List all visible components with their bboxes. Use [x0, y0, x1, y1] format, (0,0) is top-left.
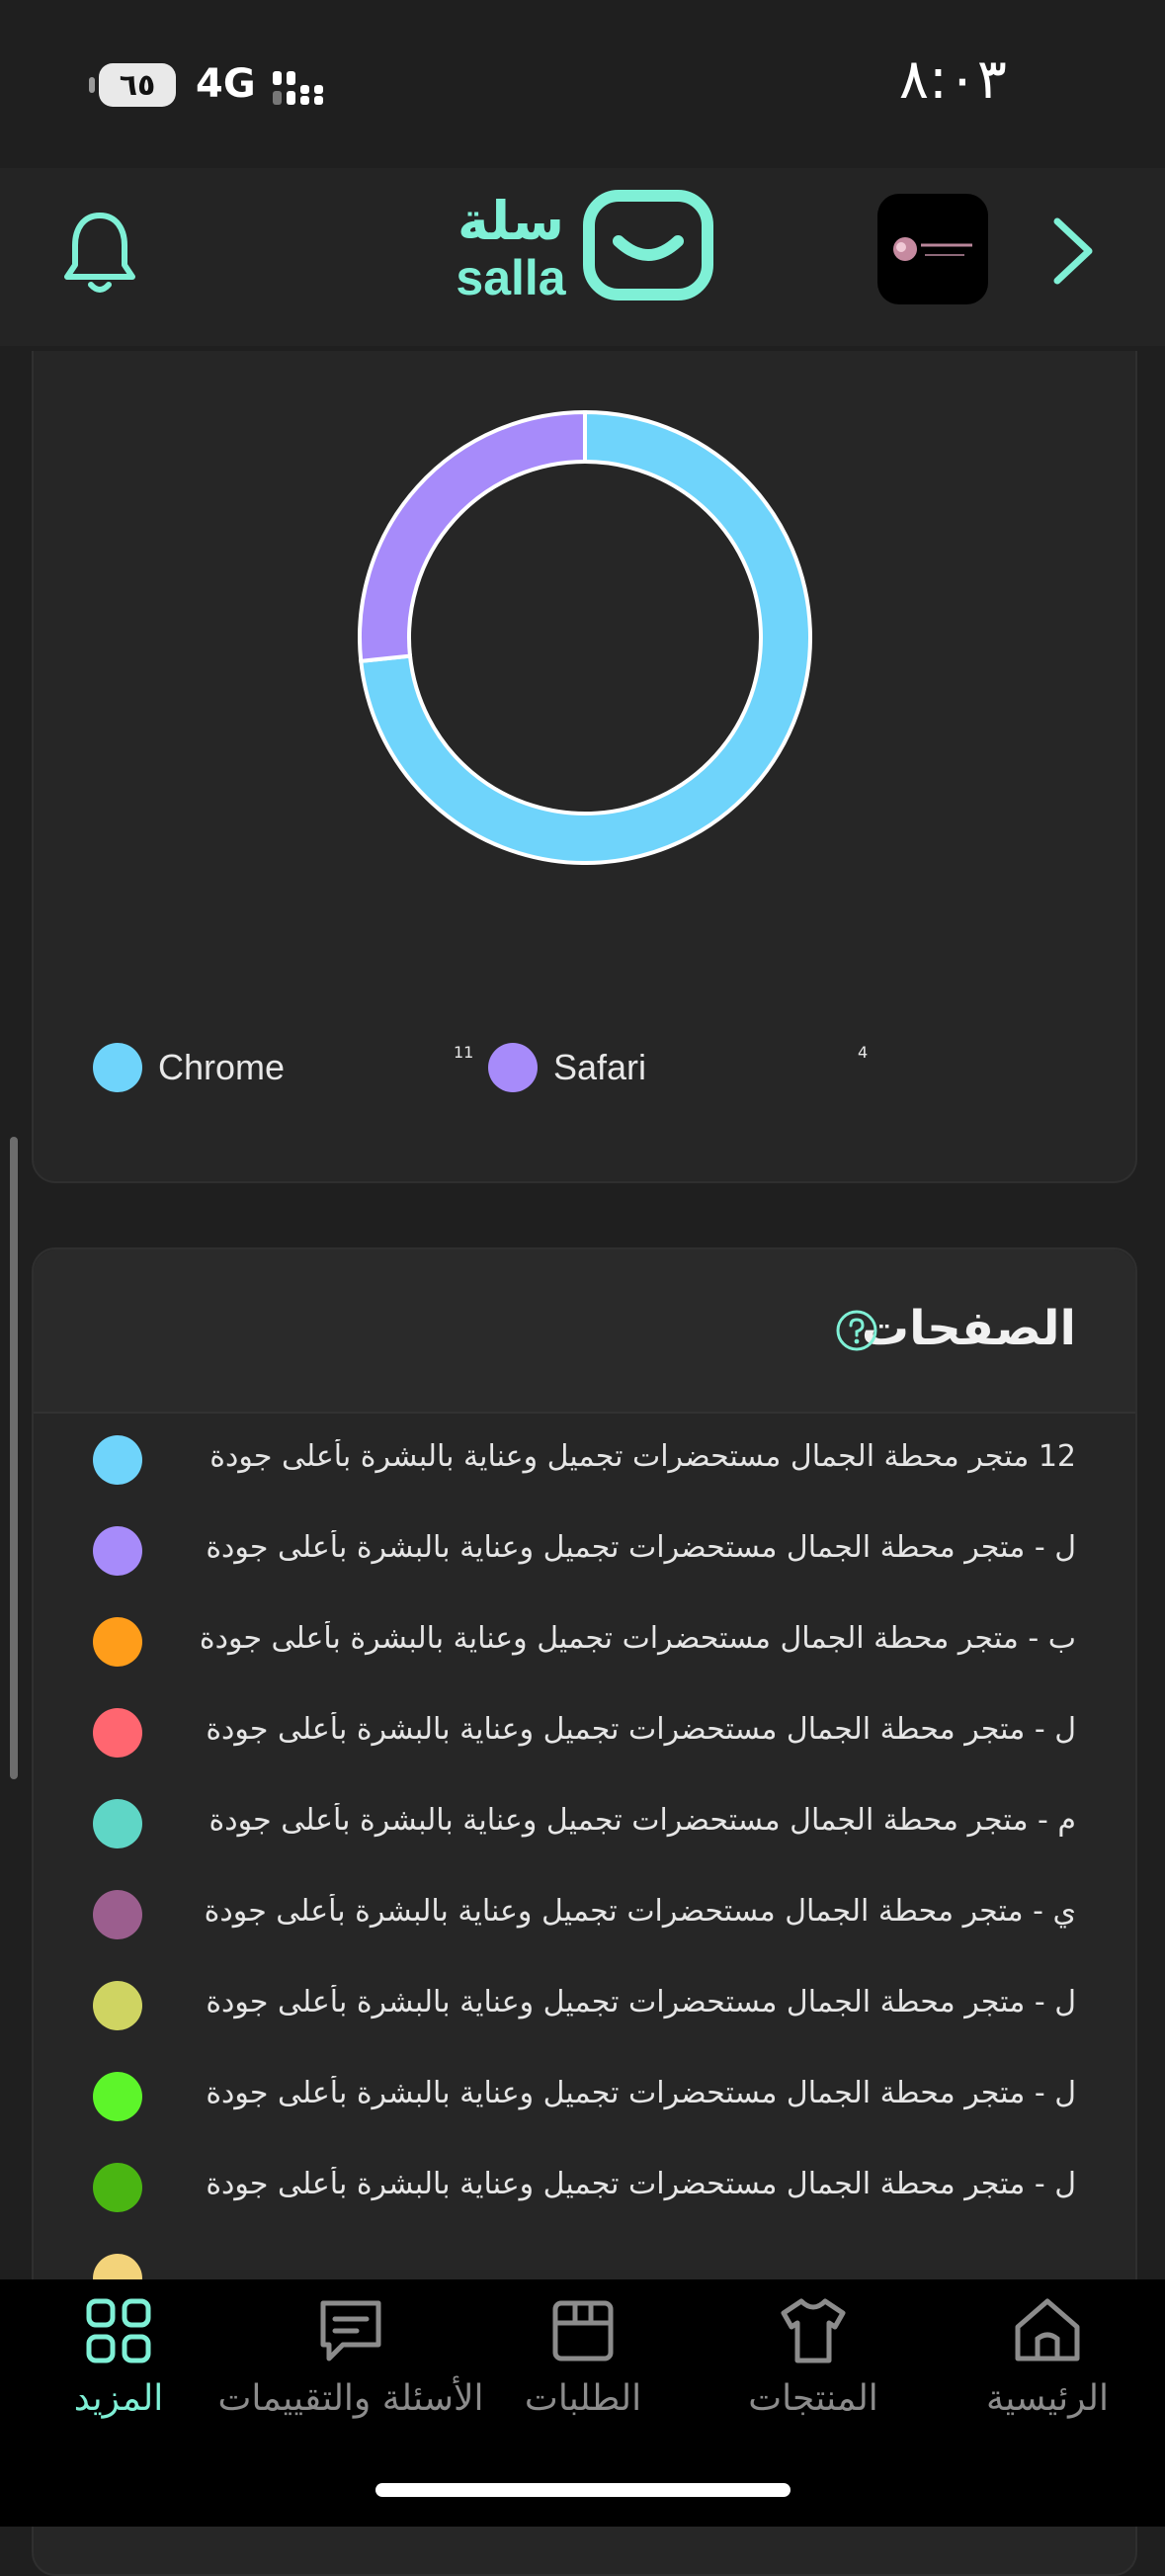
browsers-card: Chrome 11 Safari 4 [32, 351, 1137, 1183]
network-type: 4G [196, 61, 256, 107]
chat-icon [320, 2300, 381, 2361]
color-dot [93, 1890, 142, 1939]
list-item[interactable]: م - متجر محطة الجمال مستحضرات تجميل وعنا… [34, 1777, 1135, 1868]
legend-label: Chrome [158, 1047, 286, 1087]
page-title-text: 12 متجر محطة الجمال مستحضرات تجميل وعناي… [209, 1439, 1076, 1474]
chevron-right-icon[interactable] [1043, 212, 1103, 291]
chart-legend: Chrome 11 Safari 4 [93, 1043, 1081, 1102]
signal-icon [273, 71, 323, 105]
grid-icon [86, 2298, 151, 2363]
page-title-text: ل - متجر محطة الجمال مستحضرات تجميل وعنا… [206, 1985, 1076, 2019]
scrollbar[interactable] [10, 1137, 18, 1779]
color-dot [93, 2072, 142, 2121]
page-title-text: ل - متجر محطة الجمال مستحضرات تجميل وعنا… [206, 2167, 1076, 2201]
tab-label: الرئيسية [986, 2378, 1109, 2419]
tab-label: المنتجات [748, 2378, 878, 2419]
color-dot [93, 1799, 142, 1848]
shirt-icon [781, 2298, 846, 2363]
clock: ٨:٠٣ [898, 47, 1007, 112]
tab-label: الطلبات [524, 2378, 642, 2419]
list-item[interactable]: ل - متجر محطة الجمال مستحضرات تجميل وعنا… [34, 1504, 1135, 1595]
color-dot [93, 2163, 142, 2212]
battery-indicator: ٦٥ [89, 63, 176, 107]
legend-dot [488, 1043, 538, 1092]
legend-value: 11 [454, 1043, 474, 1062]
list-item[interactable]: 12 متجر محطة الجمال مستحضرات تجميل وعناي… [34, 1414, 1135, 1504]
store-avatar[interactable] [877, 194, 988, 304]
browsers-donut-chart [358, 410, 812, 865]
tab-home[interactable]: الرئيسية [949, 2279, 1146, 2447]
donut-slice-safari[interactable] [358, 410, 587, 664]
color-dot [93, 1981, 142, 2030]
list-item[interactable]: ي - متجر محطة الجمال مستحضرات تجميل وعنا… [34, 1868, 1135, 1959]
tab-more[interactable]: المزيد [20, 2279, 217, 2447]
page-title-text: ب - متجر محطة الجمال مستحضرات تجميل وعنا… [199, 1621, 1076, 1656]
pages-list: 12 متجر محطة الجمال مستحضرات تجميل وعناي… [34, 1414, 1135, 2323]
color-dot [93, 1708, 142, 1758]
salla-logo: سلة salla [447, 186, 713, 314]
legend-dot [93, 1043, 142, 1092]
list-item[interactable]: ل - متجر محطة الجمال مستحضرات تجميل وعنا… [34, 1959, 1135, 2050]
tab-questions-reviews[interactable]: الأسئلة والتقييمات [208, 2279, 494, 2447]
home-icon [1015, 2298, 1080, 2361]
page-title-text: ل - متجر محطة الجمال مستحضرات تجميل وعنا… [206, 2076, 1076, 2110]
tab-label: المزيد [73, 2378, 164, 2419]
list-item[interactable]: ب - متجر محطة الجمال مستحضرات تجميل وعنا… [34, 1595, 1135, 1686]
legend-item-chrome: Chrome [93, 1043, 285, 1092]
box-icon [552, 2300, 614, 2361]
list-item[interactable]: ل - متجر محطة الجمال مستحضرات تجميل وعنا… [34, 1686, 1135, 1777]
pages-header: الصفحات [34, 1249, 1135, 1414]
legend-item-safari: Safari [488, 1043, 646, 1092]
tab-label: الأسئلة والتقييمات [217, 2378, 484, 2419]
list-item[interactable]: ل - متجر محطة الجمال مستحضرات تجميل وعنا… [34, 2050, 1135, 2141]
app-header: سلة salla [0, 168, 1165, 346]
color-dot [93, 1617, 142, 1667]
help-icon[interactable] [835, 1309, 878, 1352]
logo-arabic-text: سلة [458, 190, 564, 252]
color-dot [93, 1526, 142, 1576]
tab-products[interactable]: المنتجات [714, 2279, 912, 2447]
page-title-text: ي - متجر محطة الجمال مستحضرات تجميل وعنا… [204, 1894, 1076, 1929]
home-indicator [375, 2483, 791, 2497]
store-logo-image [893, 237, 972, 261]
legend-value: 4 [858, 1043, 869, 1062]
page-title-text: م - متجر محطة الجمال مستحضرات تجميل وعنا… [208, 1803, 1076, 1838]
page-title-text: ل - متجر محطة الجمال مستحضرات تجميل وعنا… [206, 1712, 1076, 1747]
legend-label: Safari [553, 1047, 647, 1087]
status-bar: ٦٥ 4G ٨:٠٣ [0, 0, 1165, 168]
bell-icon[interactable] [61, 208, 138, 297]
pages-title: الصفحات [861, 1301, 1076, 1356]
tab-orders[interactable]: الطلبات [494, 2279, 672, 2447]
logo-english-text: salla [456, 250, 566, 305]
list-item[interactable]: ل - متجر محطة الجمال مستحضرات تجميل وعنا… [34, 2141, 1135, 2232]
salla-basket-icon [583, 190, 713, 301]
page-title-text: ل - متجر محطة الجمال مستحضرات تجميل وعنا… [206, 1530, 1076, 1565]
color-dot [93, 1435, 142, 1485]
